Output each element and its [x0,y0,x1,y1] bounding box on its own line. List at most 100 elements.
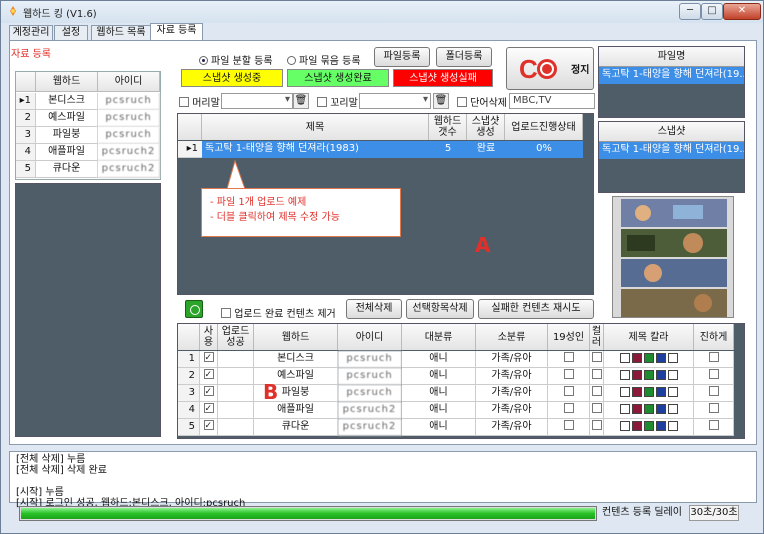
color-swatch[interactable] [643,404,654,414]
table-cell[interactable]: pcsruch2 [98,161,160,178]
webhard-cell[interactable]: 큐다운 [254,419,338,436]
color-swatch[interactable] [667,387,678,397]
tab-account[interactable]: 계정관리 [9,25,53,40]
delete-selected-button[interactable]: 선택항목삭제 [406,299,474,319]
use-checkbox[interactable] [200,401,218,419]
close-button[interactable]: ✕ [723,3,761,20]
color-swatch[interactable] [619,387,630,397]
id-cell[interactable]: pcsruch2 [338,402,402,419]
table-cell[interactable]: 본디스크 [36,93,98,110]
use-checkbox[interactable] [200,384,218,402]
file-name-item[interactable]: 독고탁 1-태양을 향해 던져라(19... [599,67,744,84]
table-cell[interactable]: pcsruch [98,110,160,127]
word-delete-input[interactable]: MBC,TV [509,93,595,109]
radio-split-upload[interactable]: 파일 분할 등록 [199,52,273,67]
color-swatch[interactable] [655,370,666,380]
color-swatch[interactable] [619,404,630,414]
color-swatch[interactable] [619,421,630,431]
webhard-cell[interactable]: 애플파일 [254,402,338,419]
refresh-icon[interactable] [185,300,203,318]
title-color-picker[interactable] [604,402,694,419]
folder-register-button[interactable]: 폴더등록 [436,47,492,67]
id-cell[interactable]: pcsruch [338,368,402,385]
category-major-cell[interactable]: 애니 [402,351,476,368]
color-swatch[interactable] [655,387,666,397]
file-register-button[interactable]: 파일등록 [374,47,430,67]
category-major-cell[interactable]: 애니 [402,419,476,436]
color-swatch[interactable] [631,421,642,431]
id-cell[interactable]: pcsruch2 [338,419,402,436]
tab-settings[interactable]: 설정 [54,25,88,40]
footer-checkbox[interactable]: 꼬리말 [317,94,358,109]
adult-checkbox[interactable] [548,385,590,402]
color-swatch[interactable] [631,387,642,397]
color-swatch[interactable] [667,404,678,414]
bold-checkbox[interactable] [694,419,734,436]
bold-checkbox[interactable] [694,385,734,402]
color-swatch[interactable] [631,370,642,380]
category-minor-cell[interactable]: 가족/유아 [476,368,548,385]
table-cell[interactable]: pcsruch2 [98,144,160,161]
use-checkbox[interactable] [200,418,218,436]
id-cell[interactable]: pcsruch [338,351,402,368]
table-cell[interactable]: pcsruch [98,127,160,144]
word-delete-checkbox[interactable]: 단어삭제 [457,94,507,109]
table-cell[interactable]: pcsruch [98,93,160,110]
footer-combo[interactable] [359,93,431,109]
table-cell[interactable]: 큐다운 [36,161,98,178]
color-swatch[interactable] [631,404,642,414]
color-checkbox[interactable] [590,419,604,436]
color-swatch[interactable] [643,421,654,431]
category-minor-cell[interactable]: 가족/유아 [476,351,548,368]
trash-icon[interactable]: 🗑 [293,93,309,109]
color-swatch[interactable] [643,353,654,363]
tab-upload[interactable]: 자료 등록 [150,23,203,40]
category-minor-cell[interactable]: 가족/유아 [476,402,548,419]
color-checkbox[interactable] [590,402,604,419]
adult-checkbox[interactable] [548,368,590,385]
color-swatch[interactable] [631,353,642,363]
id-cell[interactable]: pcsruch [338,385,402,402]
table-cell[interactable]: 예스파일 [36,110,98,127]
log-panel[interactable]: [전체 삭제] 누름 [전체 삭제] 삭제 완료 [시작] 누름 [시작] 로그… [9,451,757,509]
delete-all-button[interactable]: 전체삭제 [346,299,402,319]
color-checkbox[interactable] [590,351,604,368]
color-swatch[interactable] [667,370,678,380]
remove-completed-checkbox[interactable]: 업로드 완료 컨텐츠 제거 [221,305,336,320]
snapshot-thumbnail[interactable] [612,196,734,318]
adult-checkbox[interactable] [548,402,590,419]
color-swatch[interactable] [619,353,630,363]
title-color-picker[interactable] [604,385,694,402]
snapshot-item[interactable]: 독고탁 1-태양을 향해 던져라(19... [599,142,744,159]
color-checkbox[interactable] [590,368,604,385]
retry-failed-button[interactable]: 실패한 컨텐츠 재시도 [478,299,594,319]
title-color-picker[interactable] [604,368,694,385]
category-minor-cell[interactable]: 가족/유아 [476,385,548,402]
webhard-cell[interactable]: 본디스크 [254,351,338,368]
bold-checkbox[interactable] [694,351,734,368]
title-color-picker[interactable] [604,351,694,368]
content-count-cell[interactable]: 5 [429,141,467,158]
radio-bundle-upload[interactable]: 파일 묶음 등록 [287,52,361,67]
color-swatch[interactable] [667,421,678,431]
adult-checkbox[interactable] [548,351,590,368]
color-swatch[interactable] [619,370,630,380]
category-major-cell[interactable]: 애니 [402,368,476,385]
color-swatch[interactable] [643,370,654,380]
color-swatch[interactable] [655,404,666,414]
color-checkbox[interactable] [590,385,604,402]
header-checkbox[interactable]: 머리말 [179,94,220,109]
content-snapshot-cell[interactable]: 완료 [467,141,505,158]
bold-checkbox[interactable] [694,402,734,419]
content-title-cell[interactable]: 독고탁 1-태양을 향해 던져라(1983) [202,141,429,158]
color-swatch[interactable] [655,421,666,431]
color-swatch[interactable] [655,353,666,363]
category-major-cell[interactable]: 애니 [402,385,476,402]
table-cell[interactable]: 애플파일 [36,144,98,161]
category-minor-cell[interactable]: 가족/유아 [476,419,548,436]
title-color-picker[interactable] [604,419,694,436]
category-major-cell[interactable]: 애니 [402,402,476,419]
maximize-button[interactable]: □ [701,3,723,20]
adult-checkbox[interactable] [548,419,590,436]
color-swatch[interactable] [643,387,654,397]
